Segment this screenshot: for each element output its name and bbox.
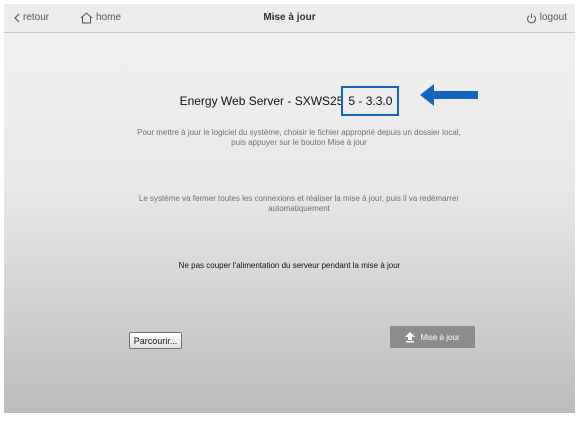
- update-label: Mise à jour: [420, 332, 460, 342]
- restart-notice: Le système va fermer toutes les connexio…: [138, 194, 460, 213]
- version-highlight-box: 5 - 3.3.0: [341, 86, 400, 116]
- power-icon: [526, 13, 537, 24]
- app-frame: retour home Mise à jour logout Energy We…: [4, 4, 575, 413]
- browse-button[interactable]: Parcourir...: [129, 332, 182, 349]
- logout-button[interactable]: logout: [526, 4, 567, 32]
- update-instructions: Pour mettre à jour le logiciel du systèm…: [137, 128, 461, 147]
- update-button[interactable]: Mise à jour: [390, 326, 475, 348]
- annotation-arrow-icon: [420, 82, 480, 113]
- logout-label: logout: [539, 12, 567, 23]
- upload-arrow-icon: [405, 331, 416, 343]
- version-number: 5 - 3.3.0: [348, 94, 393, 108]
- product-name: Energy Web Server - SXWS25: [179, 94, 344, 108]
- top-bar: retour home Mise à jour logout: [4, 4, 575, 33]
- product-version-heading: Energy Web Server - SXWS25 5 - 3.3.0: [4, 86, 575, 116]
- page-title: Mise à jour: [263, 12, 316, 23]
- power-warning: Ne pas couper l'alimentation du serveur …: [178, 261, 401, 270]
